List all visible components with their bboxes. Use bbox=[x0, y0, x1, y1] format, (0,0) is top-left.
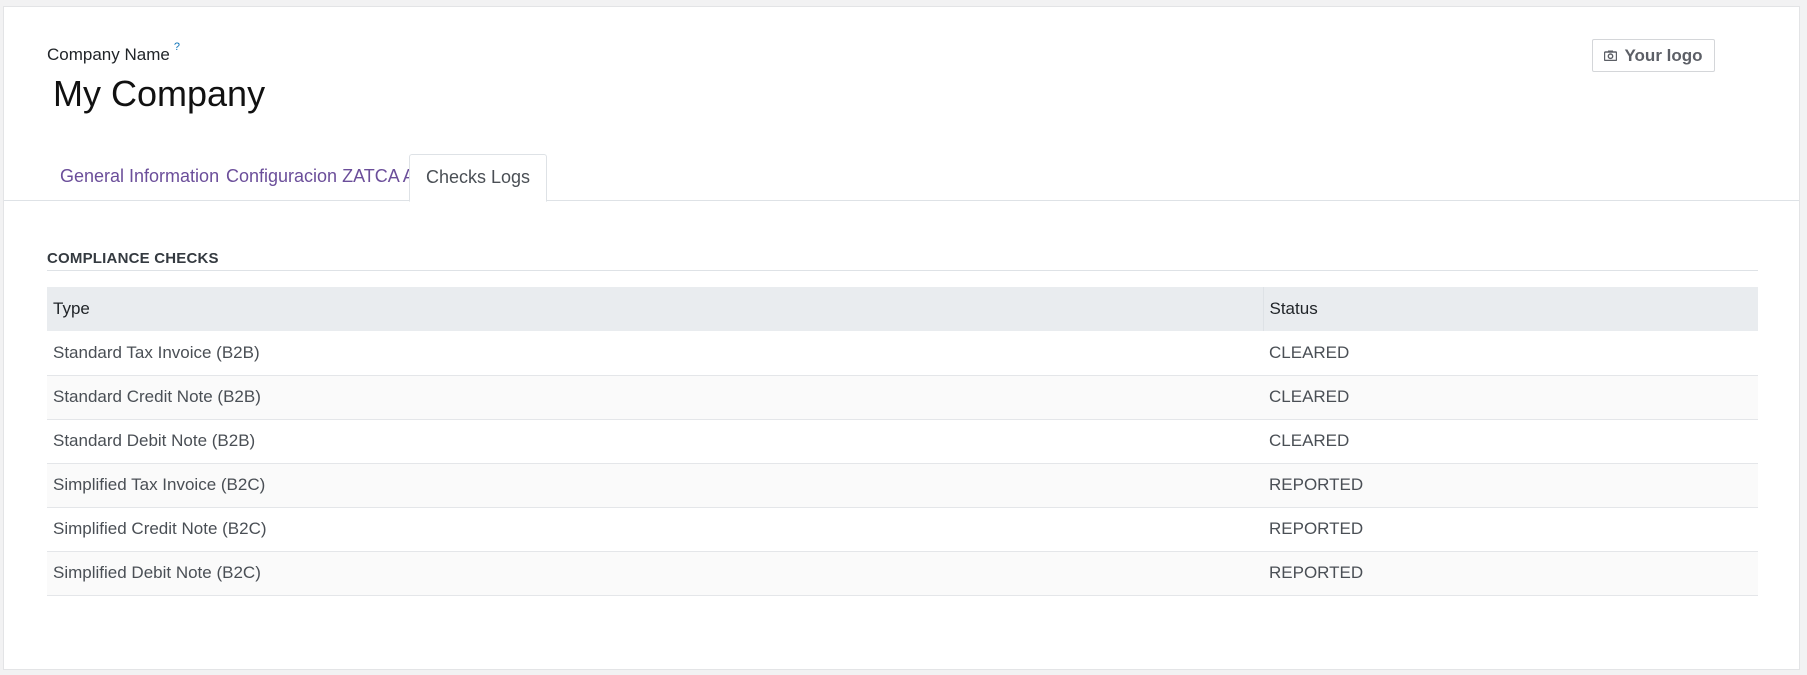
company-name-label-text: Company Name bbox=[47, 45, 170, 64]
upload-logo-label: Your logo bbox=[1624, 45, 1703, 65]
upload-logo-button[interactable]: Your logo bbox=[1592, 39, 1715, 72]
tab-general-information[interactable]: General Information bbox=[44, 154, 235, 201]
compliance-checks-table: Type Status Standard Tax Invoice (B2B) C… bbox=[47, 287, 1758, 596]
table-row[interactable]: Simplified Debit Note (B2C) REPORTED bbox=[47, 551, 1758, 596]
camera-icon bbox=[1604, 50, 1618, 61]
table-row[interactable]: Simplified Tax Invoice (B2C) REPORTED bbox=[47, 463, 1758, 508]
company-name-label: Company Name ? bbox=[47, 41, 180, 65]
form-tabs: General Information Configuracion ZATCA … bbox=[4, 154, 1799, 202]
compliance-checks-title: COMPLIANCE CHECKS bbox=[47, 250, 219, 267]
table-row[interactable]: Standard Tax Invoice (B2B) CLEARED bbox=[47, 331, 1758, 376]
cell-status: CLEARED bbox=[1263, 375, 1758, 420]
table-row[interactable]: Standard Debit Note (B2B) CLEARED bbox=[47, 419, 1758, 464]
cell-status: CLEARED bbox=[1263, 419, 1758, 464]
table-row[interactable]: Simplified Credit Note (B2C) REPORTED bbox=[47, 507, 1758, 552]
cell-status: REPORTED bbox=[1263, 551, 1758, 596]
help-tooltip-icon[interactable]: ? bbox=[174, 41, 180, 53]
table-row[interactable]: Standard Credit Note (B2B) CLEARED bbox=[47, 375, 1758, 420]
table-header-row: Type Status bbox=[47, 287, 1758, 331]
company-name-field[interactable]: My Company bbox=[53, 73, 265, 115]
cell-status: CLEARED bbox=[1263, 331, 1758, 376]
cell-type: Simplified Credit Note (B2C) bbox=[47, 507, 1263, 552]
company-form-sheet: Company Name ? My Company Your logo Gene… bbox=[3, 6, 1800, 670]
section-divider bbox=[47, 270, 1758, 271]
cell-type: Standard Debit Note (B2B) bbox=[47, 419, 1263, 464]
cell-type: Standard Credit Note (B2B) bbox=[47, 375, 1263, 420]
tab-checks-logs[interactable]: Checks Logs bbox=[409, 154, 548, 202]
column-header-status[interactable]: Status bbox=[1262, 287, 1758, 331]
cell-status: REPORTED bbox=[1263, 463, 1758, 508]
cell-type: Simplified Debit Note (B2C) bbox=[47, 551, 1263, 596]
cell-status: REPORTED bbox=[1263, 507, 1758, 552]
cell-type: Simplified Tax Invoice (B2C) bbox=[47, 463, 1263, 508]
column-header-type[interactable]: Type bbox=[47, 287, 1263, 331]
cell-type: Standard Tax Invoice (B2B) bbox=[47, 331, 1263, 376]
